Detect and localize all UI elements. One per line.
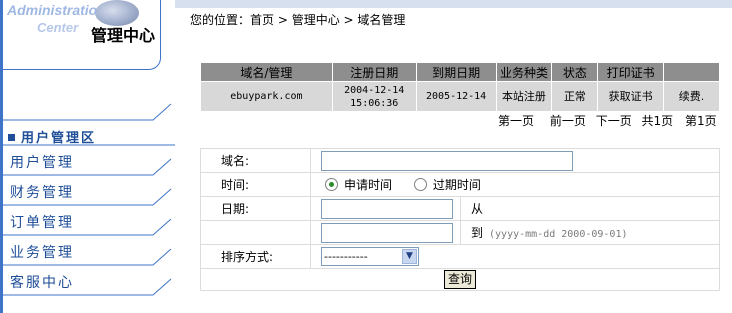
logo-text-en-2: Center — [37, 20, 79, 35]
logo: Administratio Center 管理中心 — [3, 0, 161, 70]
column-header-reg-date: 注册日期 — [331, 62, 417, 82]
logo-text-en: Administratio — [7, 2, 98, 18]
chevron-down-icon[interactable]: ▼ — [402, 249, 417, 264]
logo-text-cn: 管理中心 — [91, 26, 156, 45]
form-row-date-from: 日期: 从 — [200, 196, 720, 221]
sort-cell: ----------- ▼ — [310, 244, 720, 269]
radio-expire-time-label: 过期时间 — [432, 178, 481, 192]
query-button[interactable]: 查询 — [444, 270, 476, 289]
time-label: 时间: — [200, 172, 311, 197]
breadcrumb-current: 域名管理 — [357, 13, 406, 27]
sidebar-item-support[interactable]: 客服中心 — [10, 272, 74, 292]
table-header-row: 域名/管理 注册日期 到期日期 业务种类 状态 打印证书 — [200, 62, 720, 82]
domain-table: 域名/管理 注册日期 到期日期 业务种类 状态 打印证书 ebuypark.co… — [200, 62, 720, 112]
pager: 第一页 前一页 下一页 共1页 第1页 — [498, 112, 717, 129]
form-row-sort: 排序方式: ----------- ▼ — [200, 244, 720, 269]
breadcrumb-center[interactable]: 管理中心 — [292, 13, 340, 27]
pager-next[interactable]: 下一页 — [596, 114, 632, 128]
search-form: 域名: 时间: 申请时间 过期时间 日期: 从 到 (yyyy-mm-dd 200… — [200, 148, 720, 291]
cell-business: 本站注册 — [495, 81, 553, 112]
radio-expire-time[interactable] — [413, 178, 427, 191]
date-to-input[interactable] — [321, 222, 453, 243]
sidebar-divider — [3, 103, 172, 121]
column-header-status: 状态 — [551, 62, 599, 82]
breadcrumb-prefix: 您的位置： — [190, 13, 251, 27]
renew-link[interactable]: 续费. — [663, 81, 720, 112]
sidebar-item-business[interactable]: 业务管理 — [10, 242, 74, 262]
breadcrumb-home[interactable]: 首页 — [250, 13, 274, 27]
time-cell: 申请时间 过期时间 — [310, 172, 720, 197]
breadcrumb-separator: > — [274, 13, 292, 27]
zone-title-text: 用户管理区 — [21, 131, 97, 146]
column-header-business: 业务种类 — [495, 62, 553, 82]
cell-domain[interactable]: ebuypark.com — [200, 81, 333, 112]
sidebar-item-user[interactable]: 用户管理 — [10, 152, 74, 172]
radio-apply-time-label: 申请时间 — [344, 178, 393, 192]
to-text: 到 — [471, 226, 484, 240]
form-row-date-to: 到 (yyyy-mm-dd 2000-09-01) — [200, 220, 720, 245]
pager-prev[interactable]: 前一页 — [550, 114, 586, 128]
reg-time-text: 15:06:36 — [350, 97, 399, 109]
domain-label: 域名: — [200, 148, 311, 173]
breadcrumb: 您的位置：首页 > 管理中心 > 域名管理 — [190, 11, 405, 28]
domain-input[interactable] — [321, 150, 573, 171]
cell-expire-date: 2005-12-14 — [415, 81, 497, 112]
form-row-domain: 域名: — [200, 148, 720, 173]
date-to-cell — [310, 220, 461, 245]
radio-apply-time[interactable] — [325, 178, 338, 191]
column-header-expire-date: 到期日期 — [415, 62, 497, 82]
pager-current: 第1页 — [685, 114, 717, 128]
date-from-cell — [310, 196, 461, 221]
date-label-empty — [200, 220, 311, 245]
form-row-submit: 查询 — [200, 268, 720, 291]
date-from-input[interactable] — [321, 198, 453, 219]
column-header-action — [663, 62, 720, 82]
sort-label: 排序方式: — [200, 244, 311, 269]
square-bullet-icon — [8, 134, 15, 141]
sidebar-zone-title: 用户管理区 — [8, 127, 96, 146]
sidebar-item-orders[interactable]: 订单管理 — [10, 212, 74, 232]
breadcrumb-separator: > — [339, 13, 358, 27]
cell-reg-date: 2004-12-14 15:06:36 — [331, 81, 417, 112]
column-header-domain: 域名/管理 — [200, 62, 333, 82]
sort-select-value: ----------- — [324, 250, 368, 263]
sort-select[interactable]: ----------- ▼ — [321, 247, 419, 266]
column-header-certificate: 打印证书 — [597, 62, 665, 82]
domain-cell — [310, 148, 720, 173]
date-label: 日期: — [200, 196, 311, 221]
to-cell: 到 (yyyy-mm-dd 2000-09-01) — [460, 220, 720, 245]
table-row: ebuypark.com 2004-12-14 15:06:36 2005-12-… — [200, 81, 720, 112]
cell-status: 正常 — [551, 81, 599, 112]
reg-date-text: 2004-12-14 — [344, 84, 405, 96]
submit-cell: 查询 — [200, 268, 720, 291]
from-text: 从 — [460, 196, 720, 221]
top-bar — [175, 0, 732, 8]
get-certificate-link[interactable]: 获取证书 — [597, 81, 665, 112]
pager-total: 共1页 — [641, 114, 674, 128]
form-row-time: 时间: 申请时间 过期时间 — [200, 172, 720, 197]
date-format-hint: (yyyy-mm-dd 2000-09-01) — [489, 229, 628, 240]
sidebar: Administratio Center 管理中心 用户管理区 用户管理 财务管… — [0, 0, 175, 313]
pager-first[interactable]: 第一页 — [498, 114, 534, 128]
sidebar-item-finance[interactable]: 财务管理 — [10, 182, 74, 202]
